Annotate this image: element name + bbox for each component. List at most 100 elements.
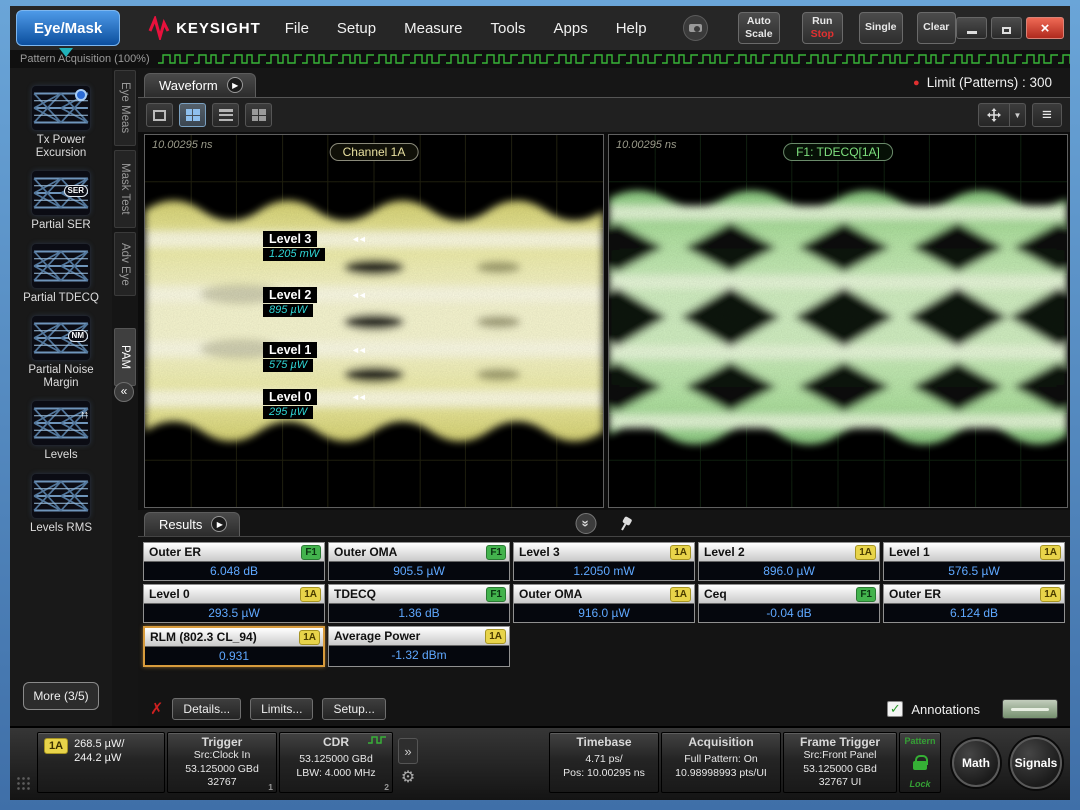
right-eye-panel[interactable]: 10.00295 ns F1: TDECQ[1A] [608, 134, 1068, 508]
details-button[interactable]: Details... [172, 698, 242, 720]
maximize-button[interactable] [991, 17, 1022, 39]
result-cell[interactable]: Outer OMA 1A 916.0 µW [513, 584, 695, 623]
tab-mask-test[interactable]: Mask Test [114, 150, 136, 228]
channel-status-panel[interactable]: 1A 268.5 µW/ 244.2 µW [37, 732, 165, 793]
result-cell[interactable]: Ceq F1 -0.04 dB [698, 584, 880, 623]
channel-scale-line2: 244.2 µW [74, 751, 122, 764]
menu-help[interactable]: Help [616, 20, 647, 37]
limit-indicator: ● Limit (Patterns) : 300 [913, 75, 1052, 90]
menu-file[interactable]: File [285, 20, 309, 37]
keysight-spark-icon [148, 16, 170, 40]
play-icon[interactable]: ▶ [211, 516, 228, 532]
pam4-eye-yellow [145, 135, 603, 507]
sidebar-item-partial-tdecq[interactable]: Partial TDECQ [15, 243, 107, 305]
collapse-sidebar-button[interactable]: « [114, 382, 134, 402]
menu-apps[interactable]: Apps [554, 20, 588, 37]
layout-quad-button[interactable] [179, 103, 206, 127]
tab-pam[interactable]: PAM [114, 328, 136, 386]
pan-tool-dropdown[interactable]: ▼ [1010, 103, 1026, 127]
left-eye-panel[interactable]: 10.00295 ns Channel 1A Level 3 1.205 mW … [144, 134, 604, 508]
play-icon[interactable]: ▶ [226, 77, 243, 93]
layout-single-button[interactable] [146, 103, 173, 127]
layout-rows-button[interactable] [212, 103, 239, 127]
source-badge: 1A [485, 628, 506, 644]
source-badge: 1A [670, 544, 691, 560]
pan-tool-button[interactable] [978, 103, 1010, 127]
level-annotation: Level 3 1.205 mW [263, 230, 326, 261]
sidebar-item-partial-ser[interactable]: SER Partial SER [15, 171, 107, 232]
eye-mask-mode-button[interactable]: Eye/Mask [16, 10, 121, 57]
eye-diagram-area: 10.00295 ns Channel 1A Level 3 1.205 mW … [138, 132, 1070, 510]
signals-button[interactable]: Signals [1010, 736, 1062, 789]
tab-adv-eye[interactable]: Adv Eye [114, 232, 136, 296]
expand-panels-button[interactable]: » [398, 738, 418, 764]
frame-trigger-title: Frame Trigger [799, 735, 881, 749]
timebase-status-panel[interactable]: Timebase 4.71 ps/ Pos: 10.00295 ns [549, 732, 659, 793]
keysight-logo: KEYSIGHT [148, 16, 261, 40]
small-grid-icon [251, 109, 266, 121]
menu-setup[interactable]: Setup [337, 20, 376, 37]
result-cell-selected[interactable]: RLM (802.3 CL_94) 1A 0.931 [143, 626, 325, 667]
frame-trigger-status-panel[interactable]: Frame Trigger Src:Front Panel 53.125000 … [783, 732, 897, 793]
result-cell[interactable]: Level 2 1A 896.0 µW [698, 542, 880, 581]
minimize-button[interactable] [956, 17, 987, 39]
sidebar-item-label: Tx Power Excursion [35, 134, 87, 160]
result-cell[interactable]: Level 3 1A 1.2050 mW [513, 542, 695, 581]
tab-eye-meas[interactable]: Eye Meas [114, 70, 136, 146]
source-badge: 1A [1040, 544, 1061, 560]
result-cell[interactable]: Outer ER 1A 6.124 dB [883, 584, 1065, 623]
level-value: 575 µW [263, 359, 314, 372]
annotations-style-button[interactable] [1002, 699, 1058, 719]
sidebar-item-levels-rms[interactable]: Levels RMS [15, 473, 107, 535]
function-title-pill[interactable]: F1: TDECQ[1A] [783, 143, 893, 161]
camera-screenshot-icon[interactable] [682, 15, 709, 41]
sidebar-item-levels[interactable]: ↑↑ Levels [15, 401, 107, 462]
math-button[interactable]: Math [952, 738, 1000, 787]
sidebar-item-label: Partial SER [31, 219, 91, 232]
result-name: Level 0 [149, 587, 190, 601]
sidebar-item-label: Levels [44, 449, 78, 462]
result-cell[interactable]: Level 0 1A 293.5 µW [143, 584, 325, 623]
result-value: 1.36 dB [329, 603, 509, 622]
waveform-tab[interactable]: Waveform ▶ [144, 73, 256, 97]
acquisition-status-panel[interactable]: Acquisition Full Pattern: On 10.98998993… [661, 732, 781, 793]
eye-diagram-icon: SER [32, 171, 90, 216]
trigger-source: Src:Clock In [193, 749, 251, 761]
cdr-status-panel[interactable]: CDR 53.125000 GBd LBW: 4.000 MHz 2 [279, 732, 393, 793]
level-name: Level 0 [263, 389, 318, 405]
result-value: 896.0 µW [699, 561, 879, 580]
result-cell[interactable]: Outer ER F1 6.048 dB [143, 542, 325, 581]
result-cell[interactable]: Outer OMA F1 905.5 µW [328, 542, 510, 581]
layout-grid-small-button[interactable] [245, 103, 272, 127]
result-cell[interactable]: Level 1 1A 576.5 µW [883, 542, 1065, 581]
pin-icon[interactable] [615, 513, 635, 534]
auto-scale-button[interactable]: Auto Scale [738, 11, 780, 45]
hamburger-menu-button[interactable]: ≡ [1032, 103, 1062, 127]
single-button[interactable]: Single [859, 12, 903, 44]
waveform-tab-bar: Waveform ▶ ● Limit (Patterns) : 300 [138, 68, 1070, 98]
clear-button[interactable]: Clear [916, 12, 956, 44]
result-name: TDECQ [334, 587, 376, 601]
sidebar-item-label: Partial Noise Margin [28, 363, 94, 390]
close-button[interactable]: × [1026, 17, 1064, 39]
menu-measure[interactable]: Measure [404, 20, 462, 37]
results-tab[interactable]: Results ▶ [144, 512, 241, 536]
limits-button[interactable]: Limits... [250, 698, 314, 720]
sidebar-item-partial-noise-margin[interactable]: NM Partial Noise Margin [15, 315, 107, 390]
menu-tools[interactable]: Tools [490, 20, 525, 37]
trigger-status-panel[interactable]: Trigger Src:Clock In 53.125000 GBd 32767… [167, 732, 277, 793]
sidebar-item-label: Partial TDECQ [23, 291, 99, 304]
setup-button[interactable]: Setup... [322, 698, 386, 720]
panel-index: 2 [384, 782, 389, 792]
annotations-checkbox[interactable]: ✓ [887, 701, 904, 717]
more-measurements-button[interactable]: More (3/5) [23, 682, 99, 710]
sidebar-item-tx-power-excursion[interactable]: Tx Power Excursion [15, 86, 107, 160]
collapse-results-button[interactable]: » [575, 513, 597, 534]
result-cell[interactable]: Average Power 1A -1.32 dBm [328, 626, 510, 667]
gear-icon[interactable]: ⚙ [401, 767, 415, 787]
result-cell[interactable]: TDECQ F1 1.36 dB [328, 584, 510, 623]
channel-title-pill[interactable]: Channel 1A [329, 143, 419, 161]
pattern-lock-indicator[interactable]: Pattern Lock [899, 732, 941, 793]
run-stop-button[interactable]: Run Stop [801, 11, 843, 45]
level-marker-icon: ◄◄ [351, 345, 367, 355]
